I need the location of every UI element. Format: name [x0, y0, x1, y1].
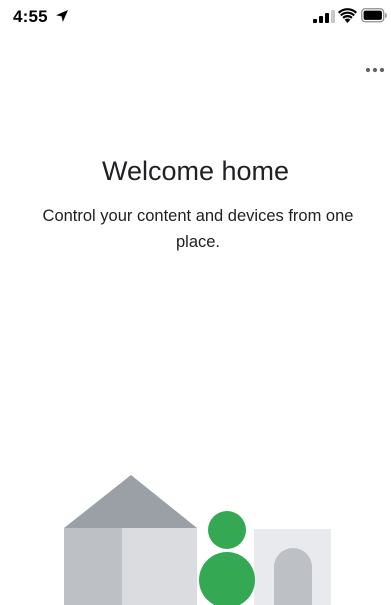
wifi-icon [338, 8, 357, 23]
more-horizontal-icon [365, 67, 385, 73]
house-left-wall [64, 528, 122, 605]
location-arrow-icon [56, 10, 68, 22]
battery-icon [361, 8, 387, 23]
page-subtitle: Control your content and devices from on… [42, 207, 354, 251]
status-bar: 4:55 [0, 0, 391, 34]
cellular-signal-icon [313, 10, 335, 23]
person-body [199, 552, 255, 605]
more-options-button[interactable] [362, 60, 388, 80]
person-head [208, 511, 246, 549]
home-illustration [64, 475, 331, 605]
house-roof [64, 475, 197, 528]
status-time: 4:55 [13, 7, 48, 26]
welcome-screen: 4:55 Welcome home Control your content a… [0, 0, 391, 605]
house-right-wall [122, 528, 197, 605]
garage-arch-door [274, 548, 312, 605]
page-title: Welcome home [101, 156, 290, 186]
